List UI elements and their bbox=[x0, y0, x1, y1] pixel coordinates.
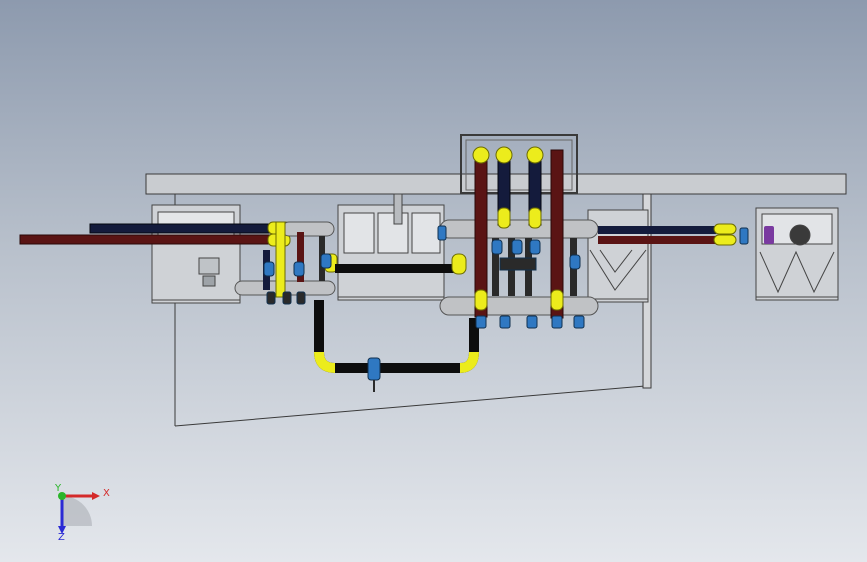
equipment-skid-left bbox=[151, 204, 241, 304]
header-center-lower bbox=[439, 296, 599, 316]
y-axis-label: Y bbox=[55, 483, 62, 494]
pipe-dark-red-right bbox=[598, 236, 716, 244]
pump bbox=[789, 224, 811, 246]
top-beam bbox=[145, 173, 847, 195]
pipe-black-mid bbox=[335, 264, 460, 273]
hopper-skid-right bbox=[755, 207, 839, 301]
equipment-skid-center bbox=[337, 193, 445, 301]
coordinate-triad bbox=[58, 492, 100, 534]
loop-valve bbox=[367, 357, 381, 381]
pipe-navy-right bbox=[598, 226, 716, 234]
frame-diagonal-brace bbox=[174, 385, 646, 427]
control-panel bbox=[198, 257, 220, 275]
hopper-skid-mid bbox=[587, 209, 649, 303]
z-axis-label: Z bbox=[58, 532, 65, 543]
x-axis-label: X bbox=[103, 488, 110, 499]
vent-stack bbox=[393, 193, 403, 225]
cad-viewport[interactable]: X Y Z bbox=[0, 0, 867, 562]
pipe-dark-red-long bbox=[19, 234, 283, 245]
header-center-upper bbox=[439, 219, 599, 239]
piping-assembly-model[interactable] bbox=[0, 0, 867, 562]
header-left-upper bbox=[281, 221, 335, 237]
central-manifold bbox=[439, 146, 599, 319]
pipe-navy-long bbox=[89, 223, 281, 234]
